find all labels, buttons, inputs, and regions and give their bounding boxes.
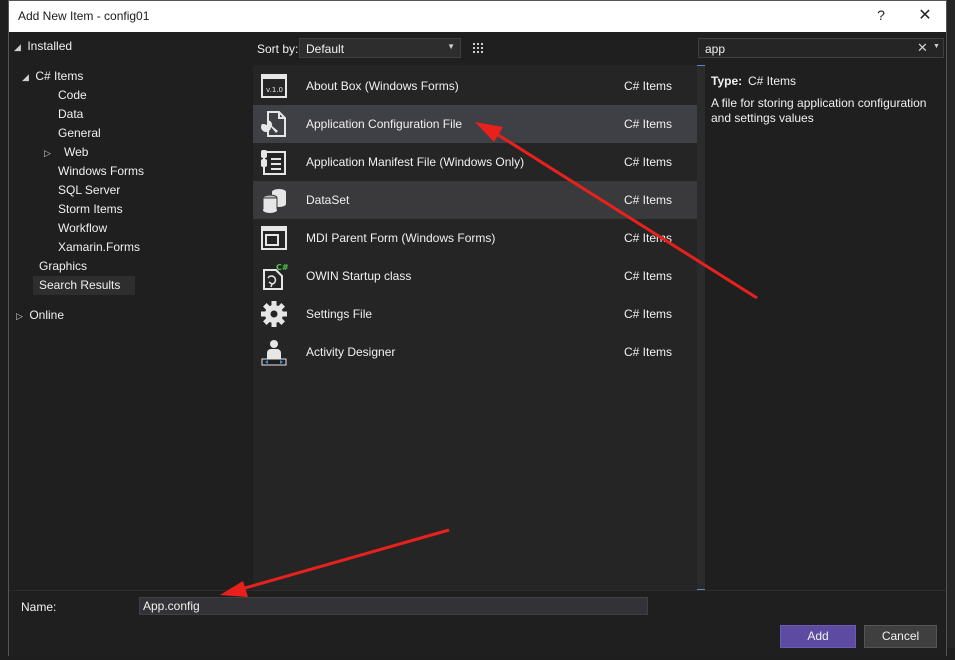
mdi-form-icon	[261, 226, 287, 250]
type-value: C# Items	[748, 74, 797, 88]
help-button[interactable]: ?	[873, 7, 889, 23]
tree-item-search-results[interactable]: Search Results	[33, 276, 135, 295]
search-box[interactable]: app ✕ ▼	[698, 38, 944, 58]
grid-view-button[interactable]	[468, 39, 488, 58]
expand-arrow-icon[interactable]: ▷	[44, 144, 54, 163]
tree-item-installed[interactable]: ◢ Installed	[14, 37, 72, 56]
tree-item-web[interactable]: ▷ Web	[44, 143, 88, 162]
template-row[interactable]: DataSet C# Items	[253, 181, 697, 219]
type-label: Type:	[711, 74, 743, 88]
tree-item-code[interactable]: Code	[58, 86, 87, 105]
collapse-arrow-icon[interactable]: ◢	[14, 38, 24, 57]
background-ide-right	[946, 0, 955, 660]
manifest-file-icon	[261, 150, 286, 175]
search-input[interactable]: app	[705, 42, 725, 56]
tree-item-windows-forms[interactable]: Windows Forms	[58, 162, 144, 181]
template-list: v.1.0 About Box (Windows Forms) C# Items…	[253, 65, 697, 590]
config-file-icon	[261, 111, 286, 137]
search-options-chevron-icon[interactable]: ▼	[933, 43, 940, 50]
name-label: Name:	[21, 600, 57, 614]
category-tree: ◢ Installed ◢ C# Items Code Data General…	[9, 32, 253, 590]
grid-view-icon	[473, 43, 483, 53]
dialog-title: Add New Item - config01	[18, 9, 150, 23]
dataset-icon	[262, 189, 286, 213]
collapse-arrow-icon[interactable]: ◢	[22, 68, 32, 87]
title-bar: Add New Item - config01 ? ✕	[9, 1, 946, 32]
svg-text:v.1.0: v.1.0	[266, 86, 283, 94]
template-row[interactable]: Application Configuration File C# Items	[253, 105, 697, 143]
tree-item-storm-items[interactable]: Storm Items	[58, 200, 123, 219]
template-row[interactable]: C# OWIN Startup class C# Items	[253, 257, 697, 295]
template-description: A file for storing application configura…	[711, 96, 927, 125]
tree-item-general[interactable]: General	[58, 124, 101, 143]
sort-by-dropdown[interactable]: Default ▼	[299, 38, 461, 58]
background-ide-left	[0, 0, 8, 660]
close-button[interactable]: ✕	[914, 5, 936, 25]
tree-item-csharp-items[interactable]: ◢ C# Items	[22, 67, 83, 86]
tree-item-workflow[interactable]: Workflow	[58, 219, 107, 238]
template-row[interactable]: v.1.0 About Box (Windows Forms) C# Items	[253, 67, 697, 105]
template-row[interactable]: Activity Designer C# Items	[253, 333, 697, 371]
tree-item-sql-server[interactable]: SQL Server	[58, 181, 120, 200]
tree-item-graphics[interactable]: Graphics	[39, 257, 87, 276]
chevron-down-icon: ▼	[447, 42, 455, 51]
activity-designer-icon	[261, 340, 287, 366]
template-row[interactable]: Settings File C# Items	[253, 295, 697, 333]
sort-by-label: Sort by:	[257, 42, 299, 56]
name-input[interactable]	[139, 597, 648, 615]
cancel-button[interactable]: Cancel	[864, 625, 937, 648]
tree-item-xamarin-forms[interactable]: Xamarin.Forms	[58, 238, 140, 257]
sort-by-value: Default	[306, 42, 345, 56]
about-box-icon: v.1.0	[261, 74, 287, 98]
dialog-footer: Name: Add Cancel	[9, 590, 946, 656]
template-row[interactable]: MDI Parent Form (Windows Forms) C# Items	[253, 219, 697, 257]
clear-search-icon[interactable]: ✕	[917, 40, 928, 56]
expand-arrow-icon[interactable]: ▷	[16, 307, 26, 326]
tree-item-data[interactable]: Data	[58, 105, 83, 124]
owin-class-icon: C#	[263, 263, 289, 290]
details-pane: Type: C# Items A file for storing applic…	[705, 65, 943, 590]
add-new-item-dialog: Add New Item - config01 ? ✕ ◢ Installed …	[8, 0, 947, 656]
template-row[interactable]: Application Manifest File (Windows Only)…	[253, 143, 697, 181]
svg-text:C#: C#	[276, 263, 289, 272]
settings-gear-icon	[261, 301, 287, 327]
add-button[interactable]: Add	[780, 625, 856, 648]
tree-item-online[interactable]: ▷ Online	[16, 306, 64, 325]
